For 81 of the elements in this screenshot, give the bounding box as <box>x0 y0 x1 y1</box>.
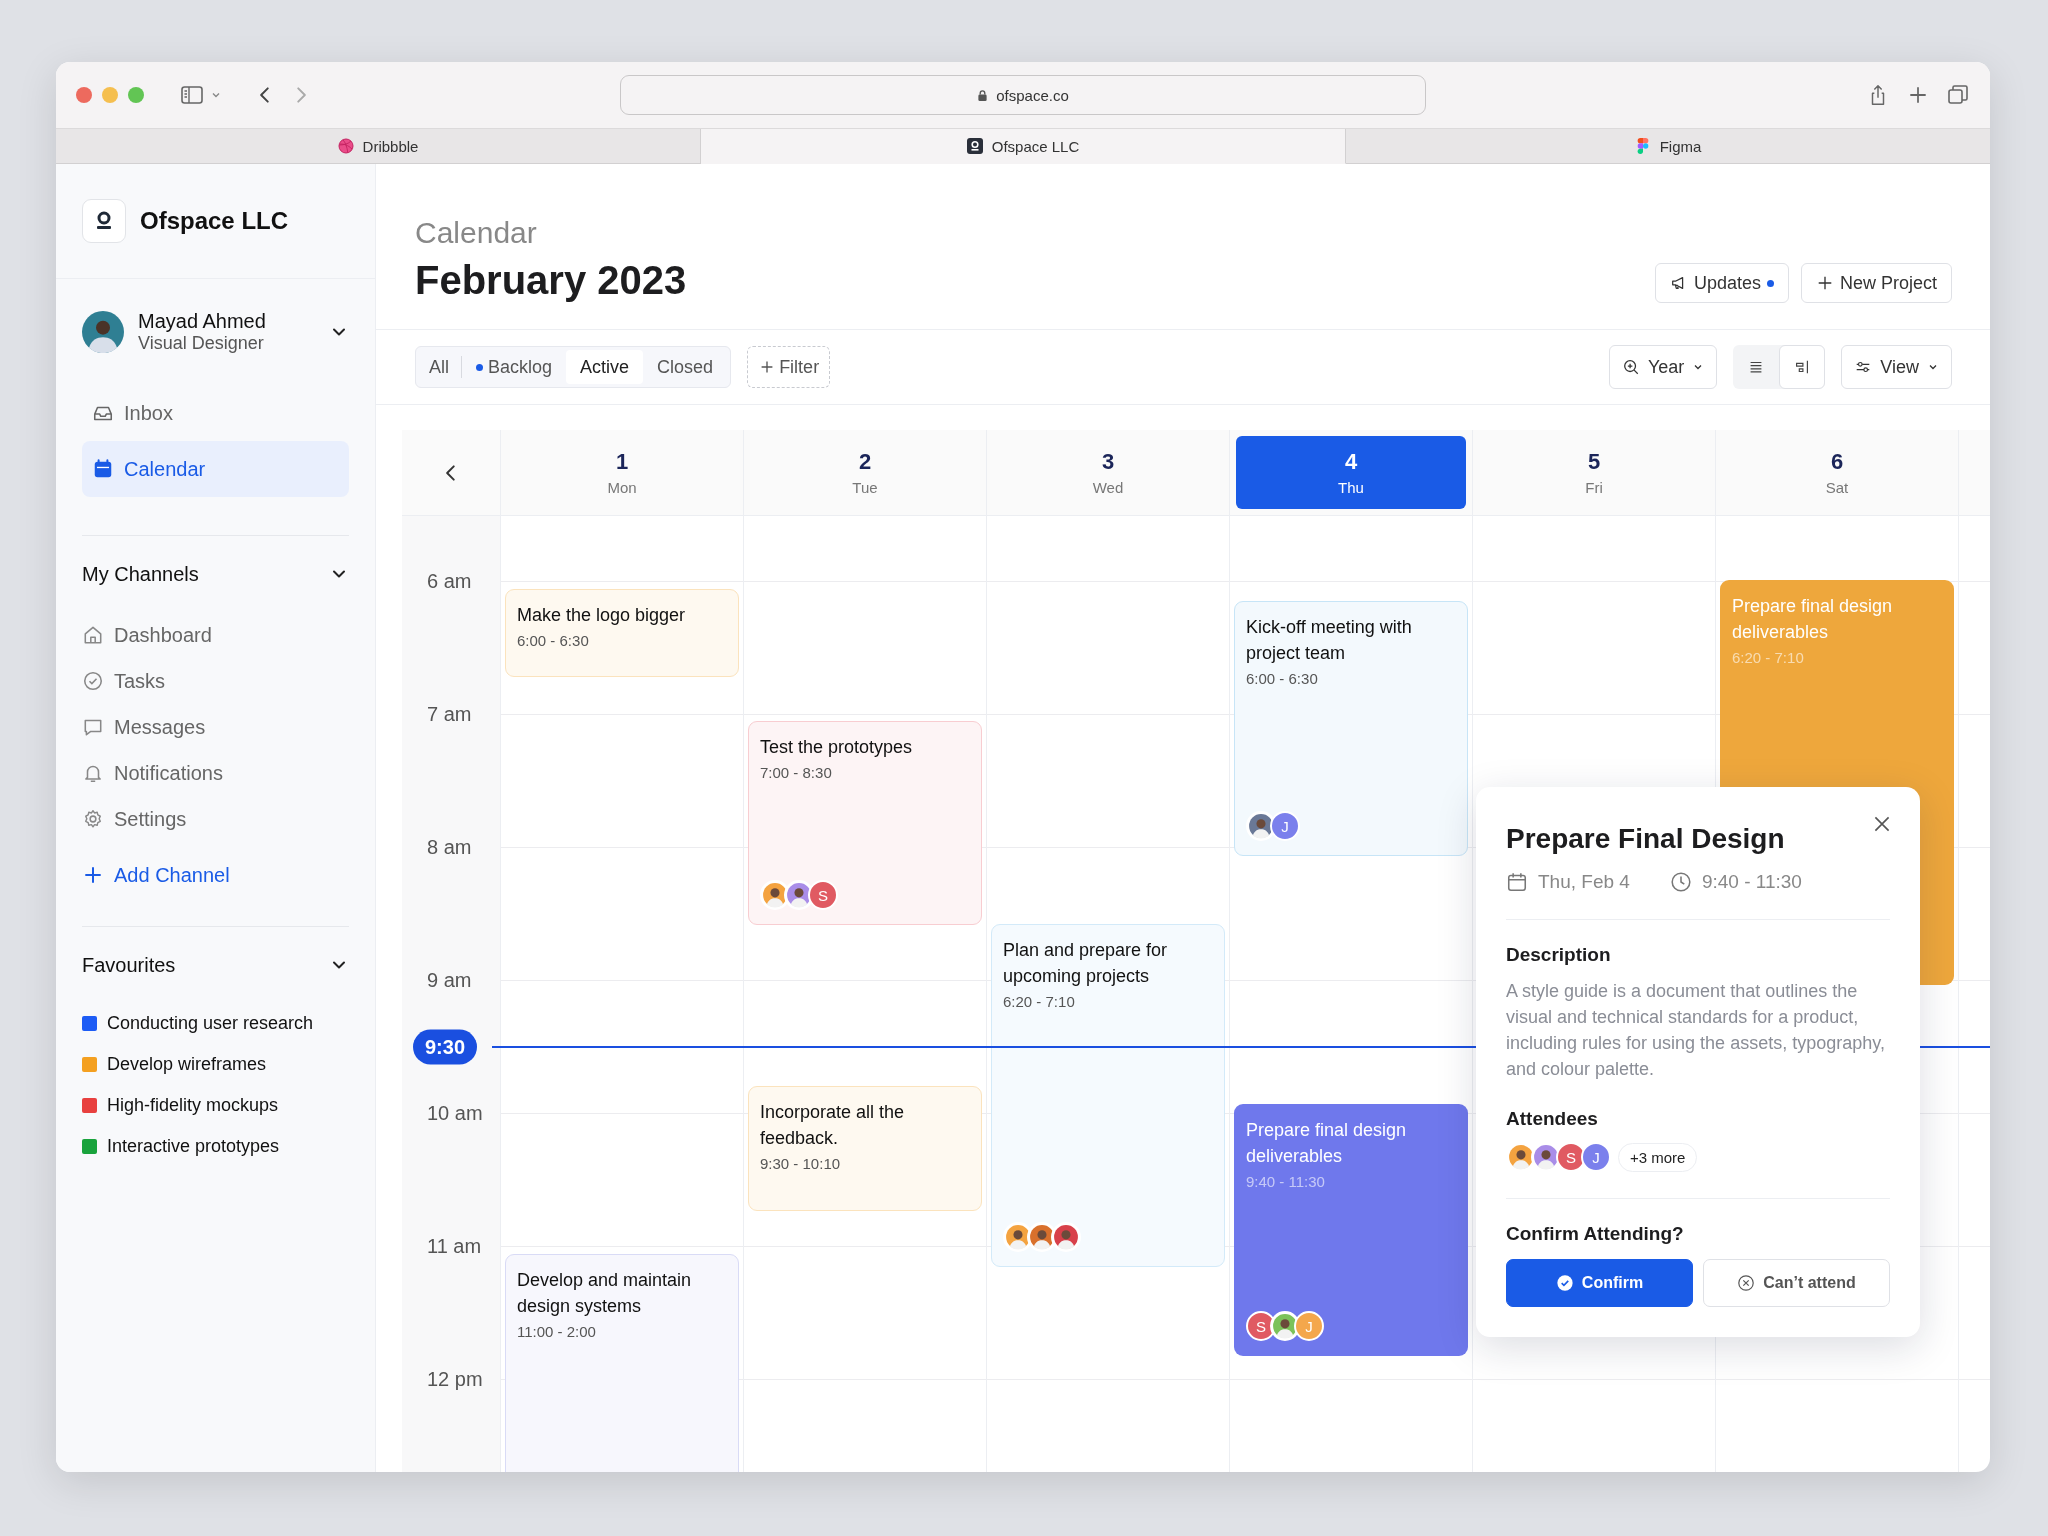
decline-button[interactable]: Can’t attend <box>1703 1259 1890 1307</box>
section-title: Favourites <box>82 953 176 977</box>
day-header[interactable]: 3 Wed <box>993 436 1223 509</box>
home-icon <box>82 624 104 646</box>
hour-label: 12 pm <box>427 1367 483 1391</box>
brand-name: Ofspace LLC <box>140 207 289 235</box>
event-card[interactable]: Test the prototypes 7:00 - 8:30 S <box>748 721 982 925</box>
clock-icon <box>1669 871 1692 893</box>
avatar-initial: J <box>1294 1311 1324 1341</box>
page-title: February 2023 <box>415 258 687 303</box>
new-project-button[interactable]: New Project <box>1800 263 1952 303</box>
filter-tab[interactable]: Closed <box>643 350 728 384</box>
channel-item[interactable]: Notifications <box>82 750 349 796</box>
event-card[interactable]: Kick-off meeting with project team 6:00 - 6:30 J <box>1234 601 1468 856</box>
day-header[interactable]: 2 Tue <box>750 436 980 509</box>
event-date: Thu, Feb 4 <box>1538 871 1630 893</box>
avatar <box>1051 1222 1081 1252</box>
zoom-in-icon <box>1621 358 1640 376</box>
plus-icon <box>82 864 104 886</box>
updates-button[interactable]: Updates <box>1654 263 1789 303</box>
tabs-overview-icon[interactable] <box>1946 84 1970 106</box>
hour-label: 8 am <box>427 835 472 859</box>
favourite-item[interactable]: High-fidelity mockups <box>107 1095 279 1116</box>
add-filter-button[interactable]: Filter <box>747 346 831 388</box>
calendar-icon <box>92 458 114 480</box>
avatar-initial: J <box>1270 811 1300 841</box>
browser-tab[interactable]: Ofspace LLC <box>701 129 1346 164</box>
address-bar[interactable]: ofspace.co <box>620 75 1426 115</box>
close-window-button[interactable] <box>76 87 92 103</box>
favourite-item[interactable]: Conducting user research <box>107 1013 314 1034</box>
nav-item[interactable]: Calendar <box>82 441 349 497</box>
lock-icon <box>977 88 989 102</box>
section-title: Confirm Attending? <box>1506 1223 1685 1245</box>
hour-label: 6 am <box>427 569 472 593</box>
filter-tab[interactable]: Backlog <box>462 350 567 384</box>
event-card[interactable]: Prepare final design deliverables 9:40 - 11:30 S J <box>1234 1104 1468 1356</box>
event-card[interactable]: Plan and prepare for upcoming projects 6:20 - 7:10 <box>991 924 1225 1267</box>
cross-circle-icon <box>1737 1274 1756 1292</box>
day-header[interactable]: 1 Mon <box>507 436 737 509</box>
view-dropdown[interactable]: View <box>1841 345 1952 389</box>
hour-label: 10 am <box>427 1101 483 1125</box>
event-card[interactable]: Develop and maintain design systems 11:00 - 2:00 <box>505 1254 739 1472</box>
hour-label: 7 am <box>427 702 472 726</box>
calendar-icon <box>1506 871 1528 893</box>
check-circle-icon <box>82 670 104 692</box>
column-view-button[interactable] <box>1779 345 1826 389</box>
settings-icon <box>82 808 104 830</box>
check-circle-icon <box>1555 1274 1574 1292</box>
section-title: Attendees <box>1506 1108 1599 1130</box>
day-header[interactable]: 6 Sat <box>1722 436 1952 509</box>
sidebar-toggle-icon[interactable] <box>180 84 204 106</box>
logo-icon <box>82 199 126 243</box>
day-header[interactable]: 5 Fri <box>1479 436 1709 509</box>
user-name: Mayad Ahmed <box>138 310 266 333</box>
favourite-item[interactable]: Develop wireframes <box>107 1054 267 1075</box>
event-card[interactable]: Incorporate all the feedback. 9:30 - 10:10 <box>748 1086 982 1211</box>
event-card[interactable]: Make the logo bigger 6:00 - 6:30 <box>505 589 739 677</box>
section-title: My Channels <box>82 562 199 586</box>
favourite-item[interactable]: Interactive prototypes <box>107 1136 280 1157</box>
avatar <box>82 311 124 353</box>
range-dropdown[interactable]: Year <box>1608 345 1718 389</box>
confirm-button[interactable]: Confirm <box>1506 1259 1693 1307</box>
channel-item[interactable]: Dashboard <box>82 612 349 658</box>
user-role: Visual Designer <box>138 333 265 354</box>
avatar-initial: S <box>808 880 838 910</box>
filter-tab[interactable]: Active <box>566 350 644 384</box>
nav-item[interactable]: Inbox <box>82 385 349 441</box>
section-title: Description <box>1506 944 1612 966</box>
day-header[interactable]: 4 Thu <box>1236 436 1466 509</box>
add-channel-link[interactable]: Add Channel <box>82 842 349 908</box>
channel-item[interactable]: Tasks <box>82 658 349 704</box>
filter-tab[interactable]: All <box>419 356 462 378</box>
avatar-initial: J <box>1581 1142 1611 1172</box>
channel-item[interactable]: Messages <box>82 704 349 750</box>
ball-icon <box>337 138 354 154</box>
logo-icon <box>966 138 983 154</box>
section-label: Calendar <box>415 216 538 250</box>
hour-label: 9 am <box>427 968 472 992</box>
channel-item[interactable]: Settings <box>82 796 349 842</box>
hour-label: 11 am <box>427 1234 482 1258</box>
browser-tab[interactable]: Figma <box>1346 129 1990 164</box>
